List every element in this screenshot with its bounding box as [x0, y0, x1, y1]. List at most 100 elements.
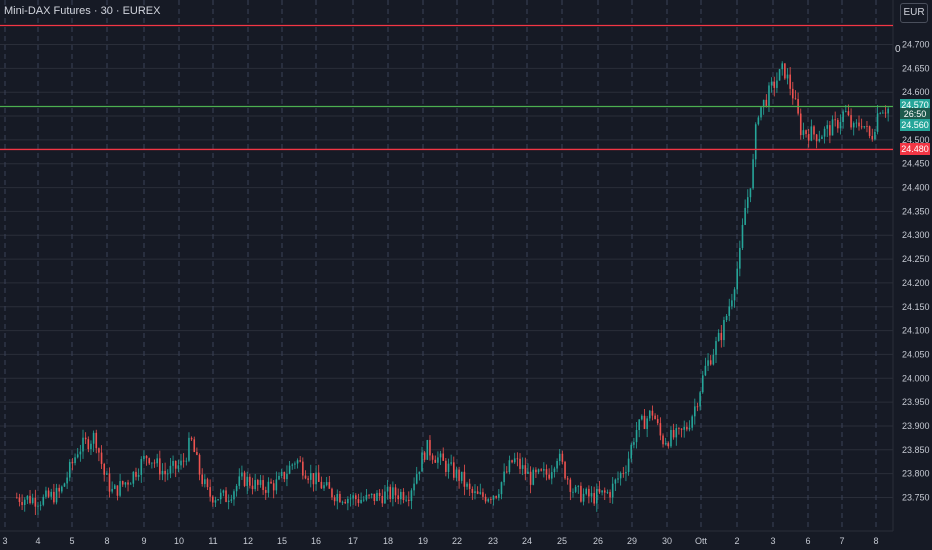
candle-body [312, 473, 315, 485]
candle-body [227, 500, 230, 502]
candle-body [505, 471, 508, 473]
candle-body [837, 120, 839, 129]
candle-body [16, 497, 18, 499]
candle-body [831, 119, 834, 136]
x-tick-label: Ott [695, 536, 708, 546]
candle-body [365, 494, 368, 500]
symbol-title: Mini-DAX Futures · 30 · EUREX [4, 5, 161, 17]
y-tick-label: 24.000 [902, 373, 930, 383]
candle-body [241, 472, 243, 477]
candle-body [79, 451, 82, 455]
candle-body [508, 460, 511, 473]
candle-body [246, 476, 249, 486]
candle-body [92, 432, 95, 444]
candle-body [476, 491, 479, 494]
candle-body [540, 469, 542, 471]
candle-body [553, 468, 556, 473]
candle-body [556, 461, 558, 469]
candle-body [646, 418, 648, 429]
candle-body [516, 458, 519, 460]
candle-body [566, 478, 569, 480]
candle-body [580, 485, 582, 502]
x-tick-label: 5 [69, 536, 74, 546]
candle-body [407, 499, 410, 501]
candle-body [320, 481, 323, 489]
candle-body [376, 492, 378, 501]
candle-body [492, 496, 495, 500]
candle-body [752, 159, 754, 189]
candle-body [394, 487, 397, 496]
candle-body [193, 439, 196, 452]
candle-body [789, 74, 791, 89]
candle-body [786, 74, 789, 79]
candle-body [119, 481, 121, 496]
candle-body [715, 341, 717, 355]
candle-body [662, 435, 664, 445]
candle-body [39, 504, 42, 506]
candle-body [453, 462, 455, 478]
candle-body [569, 479, 572, 492]
candle-body [503, 471, 505, 483]
candle-body [177, 465, 180, 469]
candle-body [548, 474, 550, 479]
candle-body [249, 476, 251, 486]
candle-body [823, 128, 826, 137]
candle-body [688, 427, 691, 430]
candle-body [439, 453, 442, 458]
candle-body [198, 454, 201, 475]
x-tick-label: 11 [208, 536, 217, 546]
candle-body [561, 453, 564, 462]
candle-body [474, 491, 476, 494]
candle-body [257, 480, 259, 485]
candle-body [603, 490, 606, 493]
candle-body [582, 493, 585, 502]
candle-body [484, 496, 487, 502]
candle-body [826, 125, 829, 129]
candle-body [778, 69, 781, 81]
x-tick-label: 30 [662, 536, 672, 546]
y-tick-label: 23.800 [902, 469, 930, 479]
candle-body [513, 458, 516, 463]
candle-body [733, 289, 736, 301]
candle-body [635, 430, 638, 443]
price-chart[interactable]: 24.70024.65024.60024.55024.50024.45024.4… [0, 0, 932, 550]
candle-body [466, 483, 468, 487]
candle-body [53, 491, 55, 503]
candle-body [286, 473, 288, 480]
x-tick-label: 9 [141, 536, 146, 546]
candle-body [598, 488, 601, 493]
candle-body [447, 463, 450, 472]
candle-body [498, 494, 500, 498]
candle-body [818, 138, 821, 142]
candle-body [392, 487, 394, 499]
y-tick-label: 24.050 [902, 349, 930, 359]
candle-body [815, 134, 818, 142]
price-tag: 24.560 [900, 118, 930, 131]
candle-body [164, 470, 166, 475]
candle-body [336, 494, 339, 502]
currency-button[interactable]: EUR [900, 3, 928, 23]
candle-body [323, 485, 325, 489]
candle-body [29, 495, 31, 504]
candle-body [413, 483, 415, 491]
candle-body [50, 491, 53, 497]
candle-body [572, 491, 574, 493]
candle-body [590, 492, 593, 497]
candle-body [799, 113, 802, 136]
candle-body [654, 415, 656, 420]
candle-body [728, 306, 731, 316]
candle-body [834, 119, 836, 121]
candle-body [211, 496, 214, 503]
candle-body [140, 459, 143, 475]
candle-body [68, 461, 71, 478]
candle-body [76, 454, 79, 458]
candle-body [185, 460, 188, 462]
candle-body [262, 480, 264, 491]
candle-body [633, 442, 635, 445]
candle-body [511, 460, 513, 463]
candle-body [55, 487, 58, 503]
candle-body [217, 499, 219, 501]
candle-body [410, 490, 413, 501]
x-tick-label: 22 [452, 536, 462, 546]
candle-body [201, 474, 203, 485]
